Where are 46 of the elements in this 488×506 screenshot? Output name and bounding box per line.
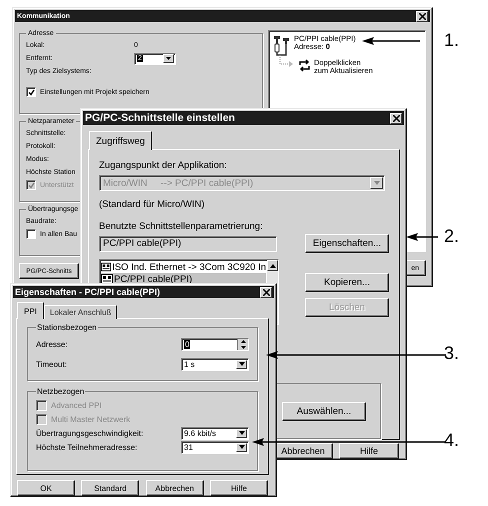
dropdown[interactable]: 31 bbox=[181, 440, 249, 454]
field-label: Adresse: bbox=[36, 340, 68, 349]
tab[interactable]: PPI bbox=[17, 302, 44, 320]
connector-icon bbox=[279, 55, 295, 69]
dropdown-arrow-icon bbox=[236, 360, 247, 369]
group-label: Stationsbezogen bbox=[36, 323, 98, 332]
tab[interactable]: Zugriffsweg bbox=[89, 131, 152, 150]
cable-icon bbox=[273, 35, 291, 57]
dialog-button[interactable]: Hilfe bbox=[339, 443, 399, 459]
close-icon[interactable] bbox=[260, 286, 272, 298]
callout-number: 1. bbox=[444, 30, 460, 50]
window-title: Eigenschaften - PC/PPI cable(PPI) bbox=[15, 287, 160, 298]
callout-number: 2. bbox=[444, 226, 460, 246]
field-label: Zugangspunkt der Applikation: bbox=[99, 160, 228, 171]
field-label: Benutzte Schnittstellenparametrierung: bbox=[99, 221, 264, 232]
properties-button[interactable]: Eigenschaften... bbox=[305, 234, 389, 253]
refresh-icon bbox=[298, 59, 311, 72]
window-title: PG/PC-Schnittstelle einstellen bbox=[85, 112, 235, 124]
dialog-button[interactable]: Kopieren... bbox=[305, 273, 389, 292]
select-button[interactable]: Auswählen... bbox=[282, 402, 366, 420]
dialog-button[interactable]: Abbrechen bbox=[146, 480, 204, 496]
field-label: Höchste Teilnehmeradresse: bbox=[36, 442, 138, 452]
spin-arrows-icon bbox=[237, 338, 248, 350]
field-label: Übertragungsgeschwindigkeit: bbox=[36, 428, 144, 438]
close-icon[interactable] bbox=[390, 112, 402, 124]
group-label: Netzbezogen bbox=[36, 387, 86, 396]
dropdown[interactable]: 9.6 kbit/s bbox=[181, 426, 249, 440]
dropdown-arrow-icon bbox=[163, 54, 174, 63]
text-field[interactable]: PC/PPI cable(PPI) bbox=[99, 236, 277, 252]
callout-arrow bbox=[362, 37, 420, 45]
tab[interactable]: Lokaler Anschluß bbox=[44, 305, 118, 320]
dialog-button[interactable]: Hilfe bbox=[210, 480, 268, 496]
spin-field[interactable]: 0 bbox=[181, 338, 249, 351]
callout-number: 4. bbox=[444, 430, 460, 450]
dropdown[interactable]: 1 s bbox=[181, 358, 249, 371]
dialog-button[interactable]: Standard bbox=[81, 480, 140, 496]
close-icon[interactable] bbox=[416, 10, 428, 22]
field-label: Timeout: bbox=[36, 360, 67, 369]
note-text: (Standard für Micro/WIN) bbox=[99, 199, 206, 210]
list-item[interactable]: ISO Ind. Ethernet -> 3Com 3C920 In bbox=[101, 261, 266, 273]
dialog-button[interactable]: OK bbox=[17, 480, 75, 496]
callout-arrow bbox=[406, 233, 438, 241]
scroll-up-icon[interactable] bbox=[267, 260, 278, 271]
dropdown-arrow-icon bbox=[236, 428, 247, 438]
callout-number: 3. bbox=[444, 343, 460, 363]
dropdown-arrow-icon bbox=[236, 442, 247, 452]
